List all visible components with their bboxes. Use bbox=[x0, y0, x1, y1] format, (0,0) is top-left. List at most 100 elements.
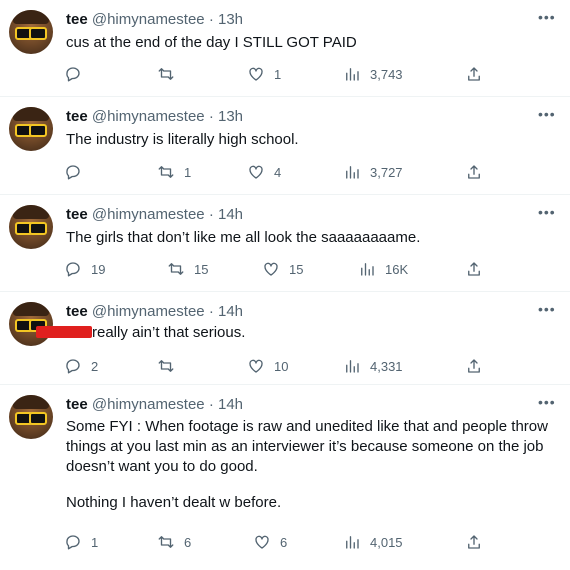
reply-icon bbox=[66, 165, 80, 180]
tweet-header: tee @himynamestee · 13h bbox=[66, 11, 244, 28]
views-icon bbox=[361, 263, 374, 276]
tweet[interactable]: tee @himynamestee · 14h ••• Some FYI : W… bbox=[0, 385, 570, 570]
more-icon[interactable]: ••• bbox=[538, 107, 556, 121]
share-button[interactable] bbox=[465, 532, 483, 552]
like-icon bbox=[249, 165, 263, 179]
more-icon[interactable]: ••• bbox=[538, 302, 556, 316]
reply-button[interactable] bbox=[64, 64, 91, 84]
like-button[interactable]: 1 bbox=[247, 64, 281, 84]
retweet-icon bbox=[168, 263, 184, 275]
tweet-text-line: Some FYI : When footage is raw and unedi… bbox=[66, 418, 548, 435]
like-button[interactable]: 4 bbox=[247, 162, 281, 182]
reply-icon bbox=[66, 67, 80, 82]
share-icon bbox=[468, 535, 480, 549]
author-handle[interactable]: @himynamestee bbox=[92, 396, 205, 413]
retweet-icon bbox=[158, 68, 174, 80]
views-button[interactable]: 3,727 bbox=[343, 162, 403, 182]
tweet-actions: 1 3,743 bbox=[0, 64, 570, 84]
tweet[interactable]: tee @himynamestee · 14h ••• The girls th… bbox=[0, 195, 570, 292]
views-button[interactable]: 3,743 bbox=[343, 64, 403, 84]
views-button[interactable]: 4,015 bbox=[343, 532, 403, 552]
tweet-text-line: Nothing I haven’t dealt w before. bbox=[66, 494, 282, 511]
share-icon bbox=[468, 359, 480, 373]
views-count: 3,743 bbox=[370, 66, 403, 82]
redaction-mark bbox=[36, 326, 92, 338]
author-handle[interactable]: @himynamestee bbox=[92, 11, 205, 28]
tweet-actions: 1 6 6 4,015 bbox=[0, 532, 570, 552]
tweet-actions: 2 10 4,331 bbox=[0, 356, 570, 376]
author-name[interactable]: tee bbox=[66, 206, 88, 223]
more-icon[interactable]: ••• bbox=[538, 10, 556, 24]
tweet-time[interactable]: 14h bbox=[218, 303, 243, 320]
tweet-text-line: things at you last min as an interviewer… bbox=[66, 438, 544, 455]
tweet[interactable]: tee @himynamestee · 13h ••• The industry… bbox=[0, 97, 570, 195]
tweet-time[interactable]: 13h bbox=[218, 108, 243, 125]
like-count: 1 bbox=[274, 66, 282, 82]
share-button[interactable] bbox=[465, 64, 483, 84]
tweet-text-row: really ain’t that serious. bbox=[36, 323, 245, 343]
author-name[interactable]: tee bbox=[66, 108, 88, 125]
views-button[interactable]: 4,331 bbox=[343, 356, 403, 376]
like-button[interactable]: 15 bbox=[262, 259, 303, 279]
author-name[interactable]: tee bbox=[66, 396, 88, 413]
tweet-header: tee @himynamestee · 14h bbox=[66, 303, 244, 320]
more-icon[interactable]: ••• bbox=[538, 395, 556, 409]
share-button[interactable] bbox=[465, 259, 483, 279]
tweet[interactable]: tee @himynamestee · 13h ••• cus at the e… bbox=[0, 0, 570, 97]
retweet-button[interactable]: 1 bbox=[157, 162, 191, 182]
share-button[interactable] bbox=[465, 162, 483, 182]
share-button[interactable] bbox=[465, 356, 483, 376]
reply-button[interactable]: 19 bbox=[64, 259, 105, 279]
avatar[interactable] bbox=[9, 205, 53, 249]
views-count: 4,015 bbox=[370, 534, 403, 550]
like-count: 15 bbox=[289, 261, 304, 277]
share-icon bbox=[468, 165, 480, 179]
reply-icon bbox=[66, 535, 80, 550]
retweet-icon bbox=[158, 360, 174, 372]
author-handle[interactable]: @himynamestee bbox=[92, 108, 205, 125]
retweet-count: 15 bbox=[194, 261, 209, 277]
retweet-button[interactable]: 15 bbox=[167, 259, 208, 279]
tweet-time[interactable]: 14h bbox=[218, 206, 243, 223]
reply-button[interactable]: 2 bbox=[64, 356, 98, 376]
avatar[interactable] bbox=[9, 10, 53, 54]
reply-button[interactable]: 1 bbox=[64, 532, 98, 552]
tweet-time[interactable]: 13h bbox=[218, 11, 243, 28]
reply-count: 2 bbox=[91, 358, 99, 374]
reply-button[interactable] bbox=[64, 162, 91, 182]
tweet-time[interactable]: 14h bbox=[218, 396, 243, 413]
reply-count: 19 bbox=[91, 261, 106, 277]
tweet-header: tee @himynamestee · 14h bbox=[66, 396, 244, 413]
avatar[interactable] bbox=[9, 302, 53, 346]
author-name[interactable]: tee bbox=[66, 11, 88, 28]
author-handle[interactable]: @himynamestee bbox=[92, 206, 205, 223]
share-icon bbox=[468, 67, 480, 81]
views-count: 4,331 bbox=[370, 358, 403, 374]
like-button[interactable]: 10 bbox=[247, 356, 288, 376]
avatar[interactable] bbox=[9, 395, 53, 439]
retweet-button[interactable] bbox=[157, 356, 184, 376]
like-count: 4 bbox=[274, 164, 282, 180]
tweet-header: tee @himynamestee · 13h bbox=[66, 108, 244, 125]
like-count: 6 bbox=[280, 534, 288, 550]
like-count: 10 bbox=[274, 358, 289, 374]
retweet-button[interactable] bbox=[157, 64, 184, 84]
retweet-button[interactable]: 6 bbox=[157, 532, 191, 552]
views-count: 16K bbox=[385, 261, 409, 277]
views-icon bbox=[346, 166, 359, 179]
tweet[interactable]: tee @himynamestee · 14h ••• really ain’t… bbox=[0, 292, 570, 385]
views-count: 3,727 bbox=[370, 164, 403, 180]
more-icon[interactable]: ••• bbox=[538, 205, 556, 219]
author-handle[interactable]: @himynamestee bbox=[92, 303, 205, 320]
tweet-text: The industry is literally high school. bbox=[66, 131, 299, 148]
tweet-actions: 19 15 15 16K bbox=[0, 259, 570, 279]
reply-icon bbox=[66, 359, 80, 374]
like-button[interactable]: 6 bbox=[253, 532, 287, 552]
share-icon bbox=[468, 262, 480, 276]
reply-count: 1 bbox=[91, 534, 99, 550]
like-icon bbox=[249, 359, 263, 373]
avatar[interactable] bbox=[9, 107, 53, 151]
author-name[interactable]: tee bbox=[66, 303, 88, 320]
retweet-count: 1 bbox=[184, 164, 192, 180]
views-button[interactable]: 16K bbox=[358, 259, 408, 279]
